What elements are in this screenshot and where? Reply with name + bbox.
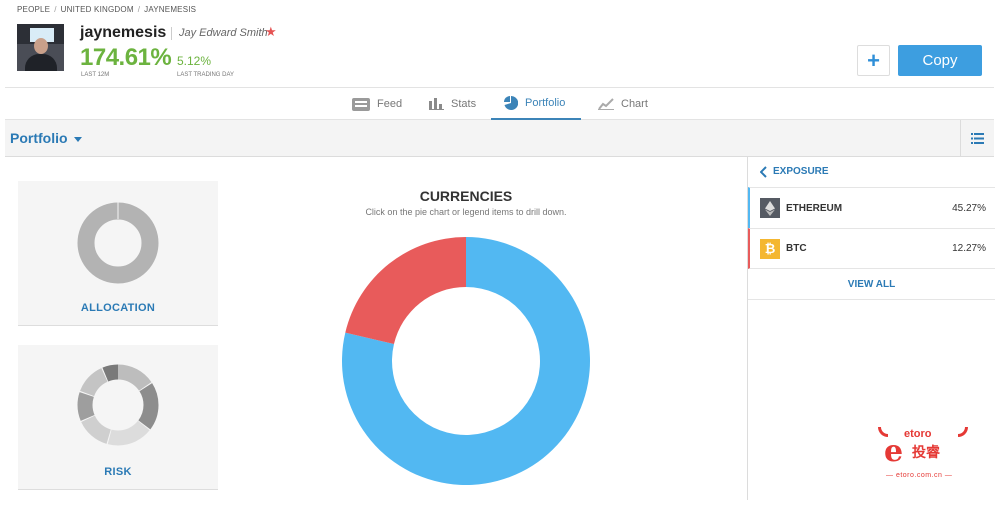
- tab-label: Stats: [451, 98, 477, 110]
- tab-label: Portfolio: [525, 97, 566, 109]
- risk-card[interactable]: RISK: [18, 345, 218, 490]
- divider: [171, 27, 172, 40]
- line-chart-icon: [598, 98, 614, 110]
- chevron-left-icon: [760, 165, 767, 178]
- breadcrumb-separator: /: [137, 5, 141, 14]
- copy-button[interactable]: Copy: [898, 45, 982, 76]
- profile-tabs: Feed Stats Portfolio Chart: [5, 87, 994, 120]
- avatar: [17, 24, 64, 71]
- star-icon[interactable]: ★: [265, 24, 277, 40]
- tab-portfolio[interactable]: Portfolio: [491, 88, 581, 120]
- exposure-name: BTC: [786, 243, 807, 254]
- exposure-title: EXPOSURE: [773, 166, 829, 177]
- gain-day: 5.12%: [177, 54, 212, 68]
- tab-label: Feed: [377, 98, 403, 110]
- chevron-down-icon: [73, 136, 82, 142]
- exposure-back-button[interactable]: EXPOSURE: [748, 157, 995, 186]
- exposure-row-btc[interactable]: ₿ BTC 12.27%: [748, 228, 995, 269]
- list-view-button[interactable]: [960, 120, 994, 156]
- exposure-row-ethereum[interactable]: ETHEREUM 45.27%: [748, 187, 995, 228]
- breadcrumb-country[interactable]: UNITED KINGDOM: [61, 5, 134, 14]
- breadcrumb: PEOPLE / UNITED KINGDOM / JAYNEMESIS: [17, 5, 196, 14]
- breadcrumb-people[interactable]: PEOPLE: [17, 5, 50, 14]
- username: jaynemesis: [80, 24, 167, 41]
- portfolio-title: Portfolio: [10, 130, 68, 146]
- exposure-value: 12.27%: [952, 243, 986, 254]
- list-icon: [971, 132, 984, 144]
- watermark-cn: 投睿: [912, 444, 940, 460]
- stats-icon: [429, 98, 444, 110]
- exposure-name: ETHEREUM: [786, 202, 843, 214]
- chart-subtitle: Click on the pie chart or legend items t…: [365, 207, 567, 217]
- full-name: Jay Edward Smith: [179, 27, 268, 39]
- breadcrumb-user: JAYNEMESIS: [144, 5, 197, 14]
- gain-12m: 174.61%: [80, 44, 172, 71]
- watermark-url: — etoro.com.cn —: [886, 472, 953, 479]
- portfolio-dropdown[interactable]: Portfolio: [10, 130, 82, 146]
- ethereum-icon: [760, 198, 780, 218]
- pie-slice-btc[interactable]: [345, 237, 466, 345]
- chart-title: CURRENCIES: [419, 188, 513, 204]
- tab-feed[interactable]: Feed: [352, 88, 402, 120]
- view-all-button[interactable]: VIEW ALL: [748, 270, 995, 300]
- risk-label: RISK: [104, 466, 132, 478]
- feed-icon: [352, 97, 370, 111]
- tab-chart[interactable]: Chart: [598, 88, 648, 120]
- allocation-label: ALLOCATION: [80, 302, 156, 314]
- add-to-watchlist-button[interactable]: +: [857, 45, 890, 76]
- gain-day-label: LAST TRADING DAY: [177, 72, 235, 78]
- breadcrumb-separator: /: [54, 5, 57, 14]
- watermark-brand: etoro: [904, 428, 932, 440]
- portfolio-header: Portfolio: [5, 120, 994, 157]
- tab-stats[interactable]: Stats: [429, 88, 476, 120]
- etoro-watermark-logo: e etoro 投睿 — etoro.com.cn —: [878, 424, 972, 484]
- risk-donut: [77, 364, 159, 446]
- allocation-donut: [77, 202, 159, 284]
- currencies-pie-chart[interactable]: [340, 235, 592, 487]
- tab-label: Chart: [621, 98, 648, 110]
- gain-12m-label: LAST 12M: [81, 72, 110, 78]
- exposure-value: 45.27%: [952, 202, 986, 214]
- allocation-card[interactable]: ALLOCATION: [18, 181, 218, 326]
- bitcoin-icon: ₿: [760, 238, 780, 259]
- pie-chart-icon: [504, 96, 518, 110]
